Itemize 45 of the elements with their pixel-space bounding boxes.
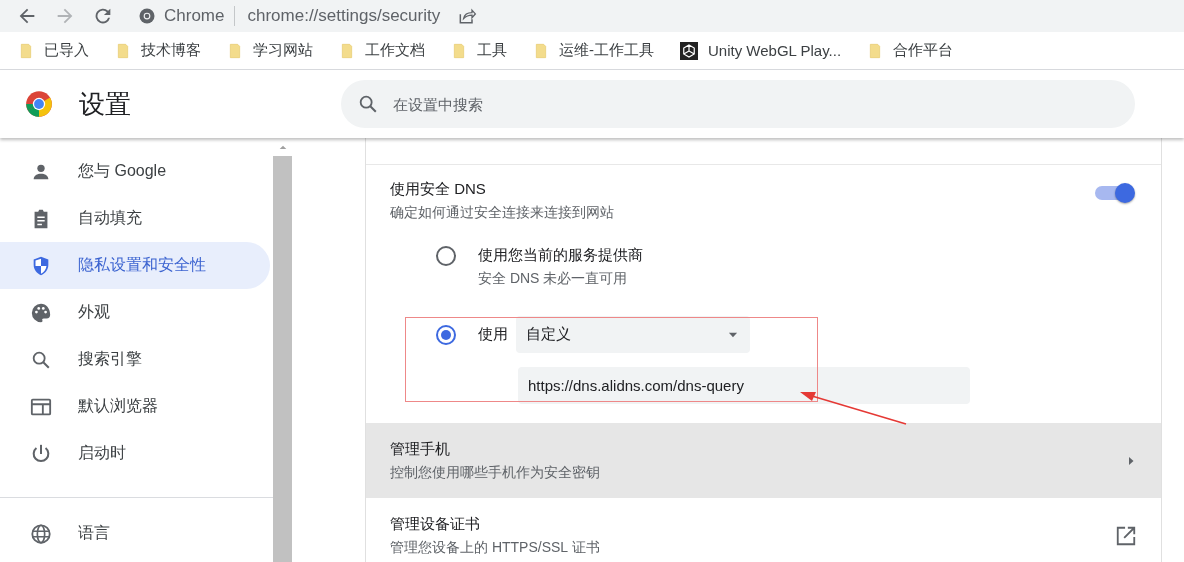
share-icon (457, 6, 478, 26)
provider-dropdown[interactable]: 自定义 (516, 316, 750, 353)
search-icon (357, 93, 379, 115)
sidebar-item[interactable]: 外观 (0, 289, 270, 336)
setting-title: 管理手机 (390, 439, 451, 459)
toggle-switch[interactable] (1095, 186, 1133, 200)
external-link-icon (1115, 524, 1137, 547)
chrome-logo-icon (25, 90, 53, 118)
site-label: Chrome (164, 6, 225, 26)
setting-description: 控制您使用哪些手机作为安全密钥 (390, 463, 600, 482)
radio-button[interactable] (436, 246, 456, 266)
setting-title: 管理设备证书 (390, 514, 481, 534)
sidebar-item[interactable]: 您与 Google (0, 148, 270, 195)
sidebar-item[interactable]: 搜索引擎 (0, 336, 270, 383)
unity-cube-icon (680, 41, 698, 60)
sidebar-item[interactable]: 启动时 (0, 430, 270, 477)
search-field[interactable]: 在设置中搜索 (341, 80, 1135, 128)
sidebar-item[interactable]: 隐私设置和安全性 (0, 242, 270, 289)
sidebar-item[interactable]: 语言 (0, 510, 270, 557)
sidebar-item[interactable]: 默认浏览器 (0, 383, 270, 430)
bookmark[interactable]: 技术博客 (115, 40, 201, 61)
page-title: 设置 (79, 87, 132, 121)
globe-icon (30, 522, 52, 545)
bookmark[interactable]: 学习网站 (227, 40, 313, 61)
radio-button[interactable] (436, 325, 456, 345)
settings-row[interactable]: 管理设备证书 管理您设备上的 HTTPS/SSL 证书 (366, 498, 1161, 562)
power-icon (30, 442, 52, 465)
option-label: 使用您当前的服务提供商 (478, 246, 643, 265)
setting-description: 确定如何通过安全连接来连接到网站 (390, 204, 614, 222)
bookmark[interactable]: 已导入 (18, 40, 89, 61)
bookmark[interactable]: 合作平台 (867, 40, 954, 61)
bookmark[interactable]: 工作文档 (339, 40, 425, 61)
url-input-field[interactable]: https://dns.alidns.com/dns-query (518, 367, 970, 404)
setting-title: 使用安全 DNS (390, 180, 487, 199)
option-description: 安全 DNS 未必一直可用 (478, 270, 629, 288)
url-text: chrome://settings/security (247, 6, 441, 26)
palette-icon (30, 301, 52, 324)
option-label: 使用 (478, 325, 508, 344)
scrollbar[interactable] (273, 138, 292, 562)
bookmark[interactable]: 运维-工作工具 (533, 40, 654, 61)
bookmark[interactable]: 工具 (451, 40, 507, 61)
setting-description: 管理您设备上的 HTTPS/SSL 证书 (390, 538, 600, 557)
sidebar-item[interactable]: 自动填充 (0, 195, 270, 242)
bookmark[interactable]: Unity WebGL Play... (680, 41, 842, 60)
settings-row[interactable]: 管理手机 控制您使用哪些手机作为安全密钥 (366, 423, 1161, 498)
